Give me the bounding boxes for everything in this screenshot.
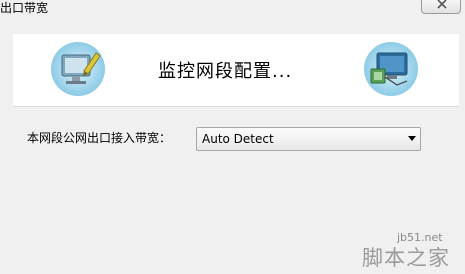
chevron-down-icon xyxy=(408,136,416,141)
header-banner: 监控网段配置... xyxy=(13,34,459,107)
close-icon xyxy=(437,0,447,9)
title-bar: 出口带宽 xyxy=(0,0,465,18)
window-title: 出口带宽 xyxy=(0,1,49,15)
monitor-network-icon xyxy=(364,42,418,96)
close-button[interactable] xyxy=(421,0,461,14)
bandwidth-label: 本网段公网出口接入带宽： xyxy=(27,131,172,145)
watermark-site: jb51.net xyxy=(397,231,443,244)
watermark-name: 脚本之家 xyxy=(362,246,450,270)
banner-title: 监控网段配置... xyxy=(158,61,293,82)
monitor-pencil-icon xyxy=(51,42,105,96)
bandwidth-select[interactable]: Auto Detect xyxy=(196,127,421,151)
bandwidth-select-value: Auto Detect xyxy=(202,132,274,146)
